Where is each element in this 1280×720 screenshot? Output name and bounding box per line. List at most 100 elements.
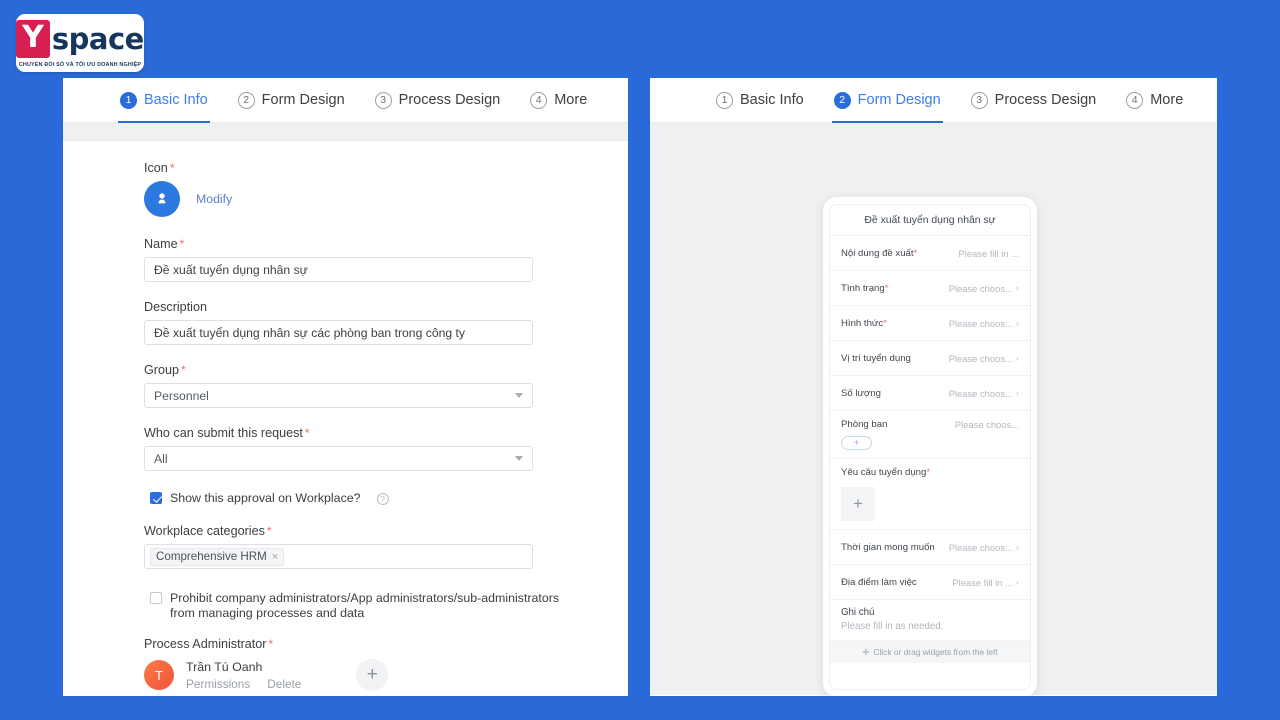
phone-preview-mockup: Đề xuất tuyển dụng nhân sự Nội dung đề x… (823, 197, 1037, 696)
required-marker: * (884, 282, 889, 294)
tab-process-design[interactable]: 3 Process Design (970, 78, 1096, 122)
tab-label: Form Design (261, 92, 345, 108)
name-input[interactable]: Đề xuất tuyển dụng nhân sự (144, 257, 533, 282)
field-value: Please fill in ... (959, 248, 1019, 259)
add-attachment-button[interactable]: + (841, 487, 875, 521)
tab-process-design[interactable]: 3 Process Design (374, 78, 501, 122)
who-can-submit-label: Who can submit this request * (144, 426, 628, 440)
process-administrator-field: Process Administrator * T Trần Tú Oanh Pe… (144, 637, 628, 691)
modify-icon-link[interactable]: Modify (196, 192, 232, 206)
field-value: Please choos... › (949, 542, 1019, 553)
name-field: Name * Đề xuất tuyển dụng nhân sự (144, 237, 628, 282)
add-administrator-button[interactable]: + (356, 659, 389, 691)
permissions-link[interactable]: Permissions (186, 677, 250, 691)
form-field-row-note[interactable]: Ghi chú Please fill in as needed. (830, 600, 1030, 641)
prohibit-admins-checkbox[interactable] (150, 592, 162, 604)
right-tabbar: 1 Basic Info 2 Form Design 3 Process Des… (650, 78, 1217, 123)
required-marker: * (266, 524, 272, 538)
drag-hint-text: Click or drag widgets from the left (873, 647, 998, 657)
toolbar-strip (63, 123, 628, 141)
note-placeholder: Please fill in as needed. (841, 621, 944, 632)
field-placeholder: Please fill in ... (952, 576, 1013, 588)
field-line: Yêu cầu tuyển dụng* (841, 467, 1019, 478)
chevron-right-icon: › (1015, 282, 1019, 294)
form-design-panel: 1 Basic Info 2 Form Design 3 Process Des… (650, 78, 1217, 696)
field-placeholder: Please choos... (948, 541, 1013, 553)
delete-link[interactable]: Delete (267, 677, 301, 691)
group-select[interactable]: Personnel (144, 383, 533, 408)
user-avatar-icon[interactable] (144, 181, 180, 217)
form-field-row[interactable]: Địa điểm làm việc Please fill in ... › (830, 565, 1030, 600)
icon-field: Modify (144, 181, 628, 217)
show-on-workplace-checkbox[interactable] (150, 492, 162, 504)
form-field-row-department[interactable]: Phòng ban Please choos... + (830, 411, 1030, 459)
field-value: Please choos... › (949, 318, 1019, 329)
prohibit-admins-row[interactable]: Prohibit company administrators/App admi… (150, 591, 628, 621)
form-field-row[interactable]: Số lượng Please choos... › (830, 376, 1030, 411)
field-label: Nội dung đề xuất* (841, 248, 917, 259)
field-label: Vị trí tuyển dụng (841, 352, 911, 364)
close-icon[interactable]: × (272, 551, 278, 563)
add-department-button[interactable]: + (841, 436, 872, 450)
tab-label: More (1150, 92, 1184, 108)
logo-y-mark: Y (16, 20, 50, 58)
icon-label-text: Icon (144, 161, 168, 175)
workplace-categories-text: Workplace categories (144, 524, 265, 538)
tab-form-design[interactable]: 2 Form Design (237, 78, 345, 122)
tab-basic-info[interactable]: 1 Basic Info (118, 78, 210, 123)
form-field-row[interactable]: Thời gian mong muốn Please choos... › (830, 530, 1030, 565)
tab-more[interactable]: 4 More (530, 78, 587, 122)
required-marker: * (268, 637, 274, 651)
note-label: Ghi chú (841, 607, 875, 618)
field-label: Phòng ban (841, 419, 888, 430)
drag-widgets-hint: ✛ Click or drag widgets from the left (830, 641, 1030, 663)
group-field: Group * Personnel (144, 363, 628, 408)
tab-basic-info[interactable]: 1 Basic Info (716, 78, 804, 122)
who-can-submit-field: Who can submit this request * All (144, 426, 628, 471)
tab-number: 2 (833, 91, 851, 109)
name-field-label: Name * (144, 237, 628, 251)
field-value: Please choos... › (949, 353, 1019, 364)
group-label-text: Group (144, 363, 180, 377)
logo-space-text: space (51, 21, 144, 56)
form-field-row[interactable]: Vị trí tuyển dụng Please choos... › (830, 341, 1030, 376)
field-label: Địa điểm làm việc (841, 576, 917, 588)
field-label: Yêu cầu tuyển dụng* (841, 467, 930, 478)
help-circle-icon[interactable]: ? (376, 493, 389, 505)
avatar: T (144, 660, 174, 690)
tab-more[interactable]: 4 More (1126, 78, 1183, 122)
group-value: Personnel (154, 388, 209, 403)
form-field-row[interactable]: Tình trạng* Please choos... › (830, 271, 1030, 306)
tab-number: 3 (970, 91, 988, 109)
prohibit-admins-label: Prohibit company administrators/App admi… (170, 591, 559, 621)
tab-label: Basic Info (740, 92, 804, 108)
description-input[interactable]: Đề xuất tuyển dụng nhân sự các phòng ban… (144, 320, 533, 345)
required-marker: * (926, 467, 931, 478)
field-value: Please fill in ... › (952, 577, 1019, 588)
tab-label: Process Design (398, 92, 501, 108)
administrator-actions: Permissions Delete (186, 677, 301, 691)
name-label-text: Name (144, 237, 178, 251)
field-label: Số lượng (841, 387, 881, 399)
form-designer-canvas: Đề xuất tuyển dụng nhân sự Nội dung đề x… (650, 123, 1217, 696)
form-preview: Đề xuất tuyển dụng nhân sự Nội dung đề x… (829, 204, 1031, 690)
tab-label: Form Design (857, 92, 941, 108)
category-tag-label: Comprehensive HRM (156, 550, 267, 563)
icon-field-label: Icon * (144, 161, 628, 175)
brand-logo: Y space CHUYỂN ĐỔI SỐ VÀ TỐI ƯU DOANH NG… (16, 14, 144, 72)
workplace-categories-input[interactable]: Comprehensive HRM × (144, 544, 533, 569)
field-value: Please choos... › (949, 388, 1019, 399)
chevron-down-icon (515, 456, 523, 461)
show-on-workplace-row[interactable]: Show this approval on Workplace? ? (150, 491, 628, 506)
required-marker: * (179, 237, 185, 251)
tab-form-design[interactable]: 2 Form Design (831, 78, 943, 123)
form-field-row[interactable]: Hình thức* Please choos... › (830, 306, 1030, 341)
who-can-submit-select[interactable]: All (144, 446, 533, 471)
field-placeholder: Please fill in ... (958, 247, 1019, 259)
required-marker: * (883, 317, 887, 329)
form-preview-title: Đề xuất tuyển dụng nhân sự (830, 205, 1030, 236)
chevron-right-icon: › (1015, 576, 1019, 588)
form-field-row-requirements[interactable]: Yêu cầu tuyển dụng* + (830, 459, 1030, 530)
form-field-row[interactable]: Nội dung đề xuất* Please fill in ... (830, 236, 1030, 271)
logo-wordmark: Y space (16, 20, 144, 58)
